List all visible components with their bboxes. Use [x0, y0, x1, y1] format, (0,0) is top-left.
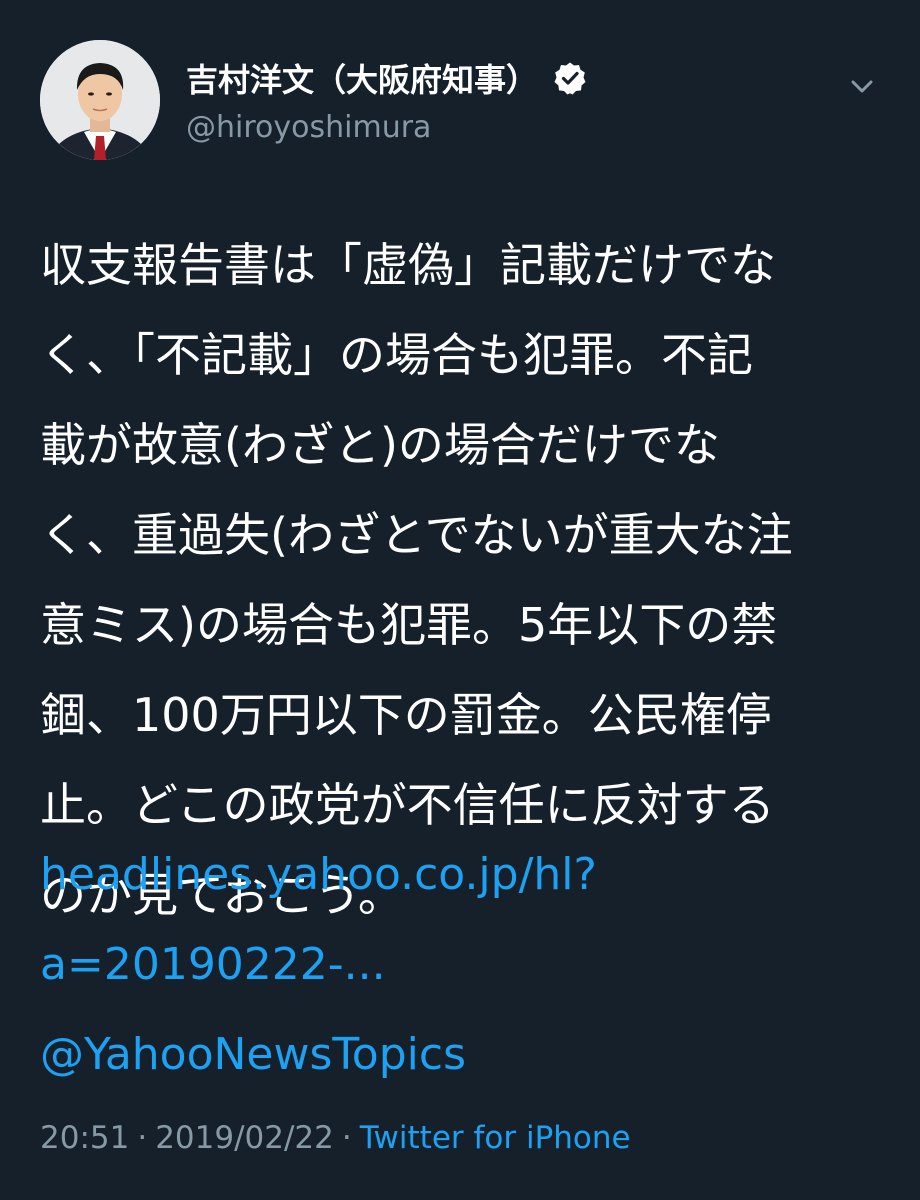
tweet-header: 吉村洋文（大阪府知事） @hiroyoshimura: [40, 40, 900, 160]
tweet-source-link[interactable]: Twitter for iPhone: [360, 1120, 631, 1156]
tweet-meta: 20:51 · 2019/02/22 · Twitter for iPhone: [40, 1118, 631, 1158]
separator: ·: [341, 1120, 352, 1156]
tweet-date: 2019/02/22: [155, 1120, 334, 1156]
tweet-links: headlines.yahoo.co.jp/hl? a=20190222-...…: [40, 830, 880, 1100]
tweet-time: 20:51: [40, 1120, 130, 1156]
author-display-name[interactable]: 吉村洋文（大阪府知事）: [186, 60, 538, 100]
article-link-line-1[interactable]: headlines.yahoo.co.jp/hl?: [40, 849, 597, 900]
author-block: 吉村洋文（大阪府知事） @hiroyoshimura: [186, 60, 587, 148]
article-link-line-2[interactable]: a=20190222-...: [40, 939, 386, 990]
mention-link[interactable]: @YahooNewsTopics: [40, 1010, 880, 1100]
article-link[interactable]: headlines.yahoo.co.jp/hl? a=20190222-...: [40, 830, 880, 1010]
author-handle[interactable]: @hiroyoshimura: [186, 108, 587, 148]
avatar[interactable]: [40, 40, 160, 160]
separator: ·: [137, 1120, 148, 1156]
verified-badge-icon: [553, 61, 587, 95]
chevron-down-icon[interactable]: [844, 68, 880, 104]
